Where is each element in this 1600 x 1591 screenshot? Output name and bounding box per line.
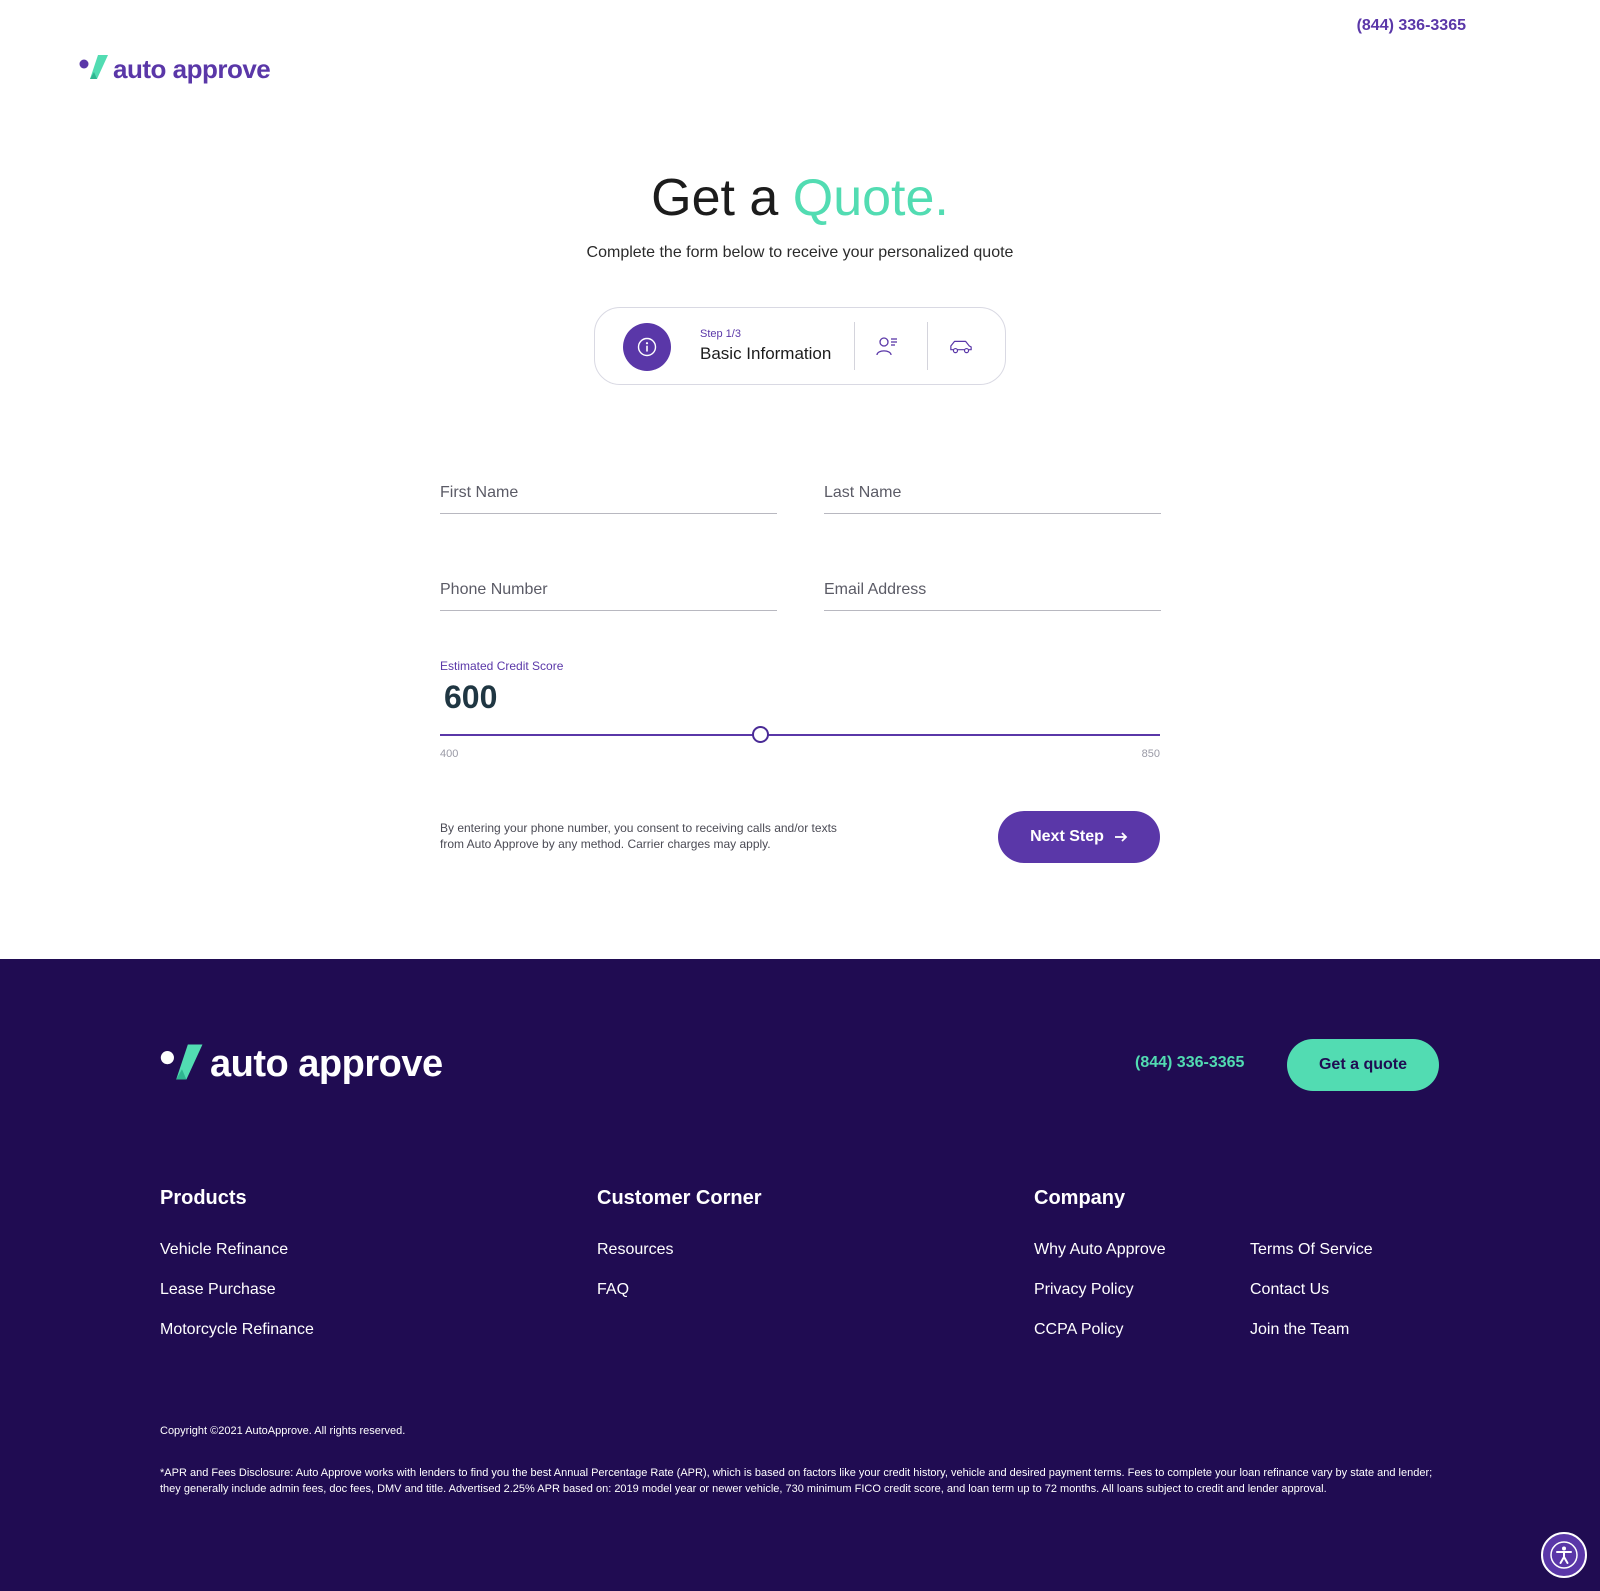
form-stepper: Step 1/3 Basic Information [594, 307, 1006, 385]
accessibility-button[interactable] [1541, 1532, 1587, 1578]
footer-link-why-auto-approve[interactable]: Why Auto Approve [1034, 1241, 1166, 1259]
footer-phone-link[interactable]: (844) 336-3365 [1135, 1054, 1244, 1072]
page-title-plain: Get a [651, 169, 793, 227]
footer-link-privacy-policy[interactable]: Privacy Policy [1034, 1281, 1134, 1299]
footer-link-vehicle-refinance[interactable]: Vehicle Refinance [160, 1241, 288, 1259]
footer-link-resources[interactable]: Resources [597, 1241, 673, 1259]
step-divider [927, 322, 928, 370]
footer-link-join-the-team[interactable]: Join the Team [1250, 1321, 1349, 1339]
footer-logo[interactable]: auto approve [160, 1043, 443, 1086]
page-title: Get a Quote. [0, 168, 1600, 228]
header-phone-link[interactable]: (844) 336-3365 [1357, 17, 1466, 35]
person-list-icon[interactable] [875, 334, 899, 358]
step-current-indicator[interactable] [623, 323, 671, 371]
phone-number-field[interactable] [440, 575, 777, 611]
step-title: Basic Information [700, 344, 832, 363]
credit-score-slider-thumb[interactable] [751, 726, 769, 743]
get-quote-button[interactable]: Get a quote [1287, 1039, 1439, 1091]
step-divider [854, 322, 855, 370]
arrow-right-icon [1114, 832, 1128, 842]
footer-products-heading: Products [160, 1187, 247, 1209]
step-counter: Step 1/3 [700, 328, 741, 340]
accessibility-icon [1550, 1541, 1578, 1569]
consent-line-1: By entering your phone number, you conse… [440, 821, 837, 835]
next-step-button[interactable]: Next Step [998, 811, 1160, 863]
footer-link-lease-purchase[interactable]: Lease Purchase [160, 1281, 276, 1299]
footer-company-heading: Company [1034, 1187, 1126, 1209]
footer-link-faq[interactable]: FAQ [597, 1281, 629, 1299]
page-title-accent: Quote. [792, 169, 949, 227]
credit-score-value: 600 [444, 679, 498, 715]
footer-link-contact-us[interactable]: Contact Us [1250, 1281, 1329, 1299]
first-name-field[interactable] [440, 478, 777, 514]
footer-link-ccpa-policy[interactable]: CCPA Policy [1034, 1321, 1124, 1339]
page-subtitle: Complete the form below to receive your … [586, 244, 1014, 261]
last-name-field[interactable] [824, 478, 1161, 514]
footer-apr-disclaimer: *APR and Fees Disclosure: Auto Approve w… [160, 1467, 1433, 1495]
credit-score-slider-track[interactable] [440, 734, 1160, 736]
email-field[interactable] [824, 575, 1161, 611]
logo-wordmark: auto approve [113, 54, 271, 84]
footer-link-motorcycle-refinance[interactable]: Motorcycle Refinance [160, 1321, 314, 1339]
info-icon [637, 337, 657, 357]
footer-customer-heading: Customer Corner [597, 1187, 762, 1209]
next-step-label: Next Step [1030, 828, 1104, 845]
credit-score-label: Estimated Credit Score [440, 659, 564, 673]
credit-score-max: 850 [1141, 748, 1160, 760]
consent-line-2: from Auto Approve by any method. Carrier… [440, 837, 771, 851]
car-icon[interactable] [949, 334, 973, 358]
credit-score-min: 400 [440, 748, 459, 760]
logo-check-icon [160, 1043, 204, 1086]
header-logo[interactable]: auto approve [79, 54, 271, 85]
footer-link-terms-of-service[interactable]: Terms Of Service [1250, 1241, 1373, 1259]
site-footer: auto approve (844) 336-3365 Get a quote … [0, 959, 1600, 1591]
footer-copyright: Copyright ©2021 AutoApprove. All rights … [160, 1425, 406, 1437]
phone-consent-text: By entering your phone number, you conse… [440, 820, 880, 852]
logo-wordmark: auto approve [210, 1043, 443, 1085]
logo-check-icon [79, 54, 109, 85]
